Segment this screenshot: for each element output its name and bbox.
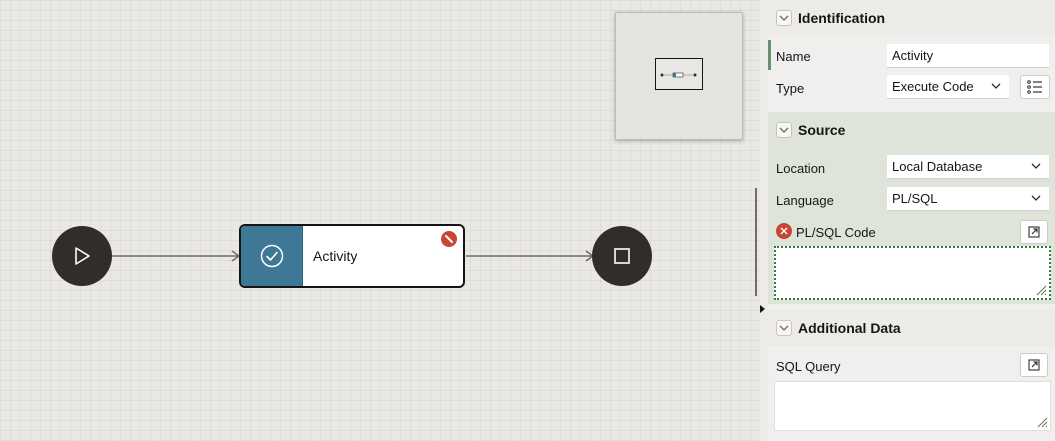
workflow-canvas[interactable]: Activity — [0, 0, 760, 441]
location-select[interactable]: Local Database — [887, 155, 1049, 179]
location-label: Location — [776, 161, 826, 176]
activity-label: Activity — [313, 248, 358, 264]
language-select[interactable]: PL/SQL — [887, 187, 1049, 211]
minimap[interactable] — [615, 12, 743, 140]
plsql-code-editor[interactable] — [774, 246, 1051, 300]
end-event[interactable] — [592, 226, 652, 286]
name-label: Name — [776, 49, 811, 64]
open-editor-icon[interactable] — [1020, 353, 1048, 377]
focus-indicator — [768, 40, 771, 70]
section-title: Identification — [798, 10, 886, 26]
open-editor-icon[interactable] — [1020, 220, 1048, 244]
minimap-viewport[interactable] — [655, 58, 703, 90]
section-header-identification[interactable]: Identification — [768, 0, 1055, 36]
name-field[interactable]: Activity — [887, 44, 1049, 68]
sql-query-label: SQL Query — [776, 359, 841, 374]
start-event[interactable] — [52, 226, 112, 286]
language-value: PL/SQL — [892, 191, 938, 206]
section-header-source[interactable]: Source — [768, 112, 1055, 148]
collapse-icon[interactable] — [776, 10, 792, 26]
identification-body: Name Activity Type Execute Code — [768, 36, 1055, 108]
source-body: Location Local Database Language PL/SQL … — [768, 148, 1055, 304]
section-title: Additional Data — [798, 320, 901, 336]
language-label: Language — [776, 193, 834, 208]
error-badge-icon[interactable] — [441, 231, 457, 247]
location-value: Local Database — [892, 159, 983, 174]
name-value: Activity — [892, 48, 934, 63]
resize-grip-icon[interactable] — [1036, 416, 1048, 428]
sql-query-editor[interactable] — [774, 381, 1051, 431]
additional-data-body: SQL Query — [768, 346, 1055, 441]
play-icon — [75, 247, 90, 265]
section-title: Source — [798, 122, 846, 138]
type-select[interactable]: Execute Code — [887, 75, 1009, 99]
collapse-icon[interactable] — [776, 320, 792, 336]
section-header-additional-data[interactable]: Additional Data — [768, 310, 1055, 346]
type-label: Type — [776, 81, 805, 96]
chevron-down-icon — [1031, 163, 1041, 169]
collapse-icon[interactable] — [776, 122, 792, 138]
chevron-down-icon — [991, 83, 1001, 89]
error-icon — [776, 223, 792, 239]
plsql-code-label: PL/SQL Code — [796, 225, 876, 240]
check-circle-icon — [260, 244, 283, 268]
panel-splitter[interactable] — [755, 188, 757, 296]
activity-node[interactable]: Activity — [239, 224, 465, 288]
list-icon[interactable] — [1020, 75, 1050, 99]
stop-icon — [614, 248, 630, 264]
resize-grip-icon[interactable] — [1035, 284, 1047, 296]
property-panel: Identification Name Activity Type Execut… — [768, 0, 1055, 441]
chevron-down-icon — [1031, 195, 1041, 201]
activity-icon-box — [241, 226, 303, 286]
collapse-arrow-icon[interactable] — [760, 305, 765, 313]
type-value: Execute Code — [892, 79, 974, 94]
